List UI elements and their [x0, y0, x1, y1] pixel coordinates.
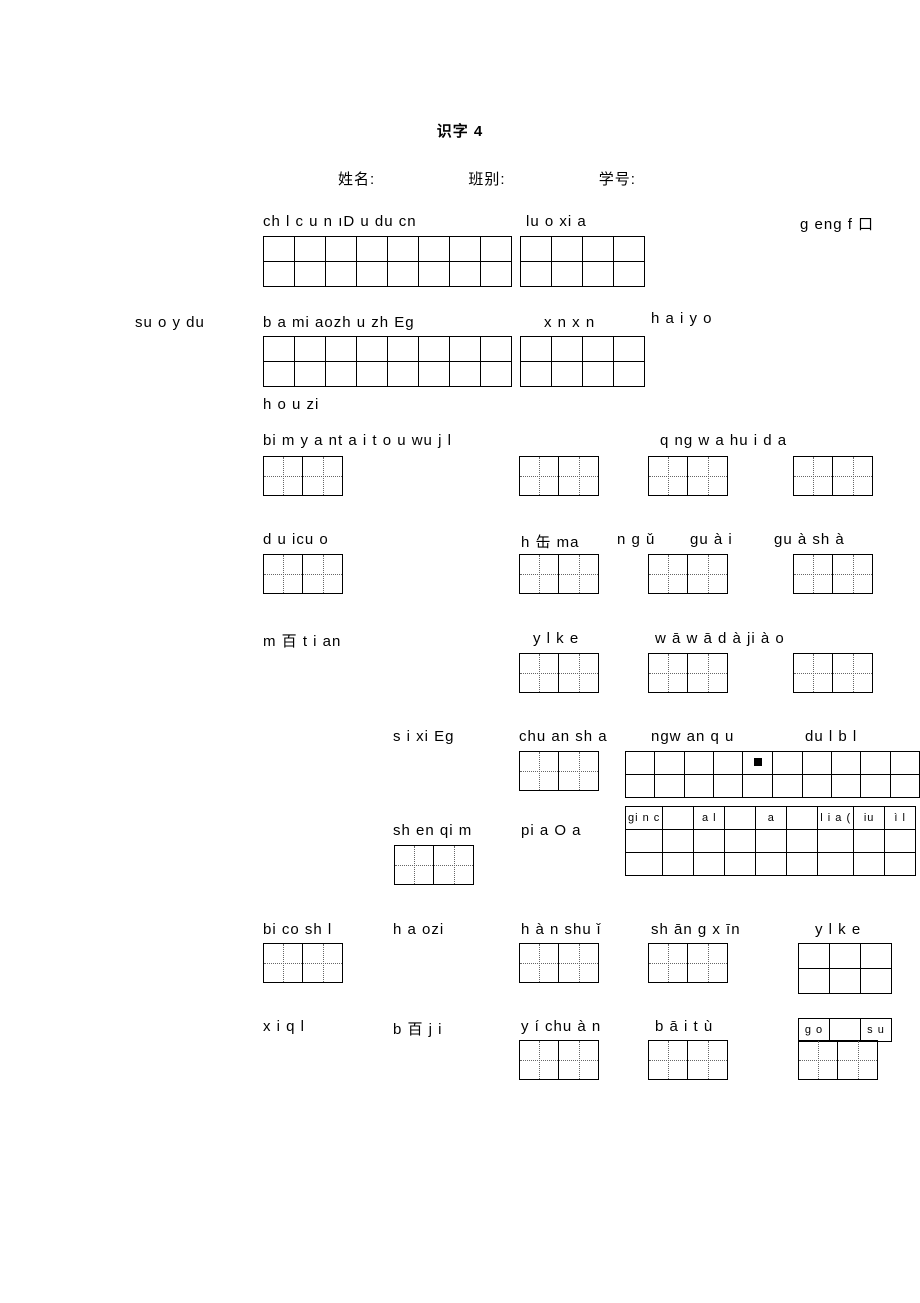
pinyin-r6-b: chu an sh a	[519, 728, 608, 745]
pinyin-r9-c: y í chu à n	[521, 1018, 601, 1035]
pinyin-r8-d: sh ān g x īn	[651, 921, 741, 938]
pinyin-r5-a: m 百 t i an	[263, 630, 341, 651]
pinyin-r6-c: ngw an q u	[651, 728, 734, 745]
cell-r7-4: l i a (	[818, 807, 854, 830]
smallgrid-r6	[625, 751, 920, 798]
pinyin-r8-c: h à n shu ǐ	[521, 921, 601, 938]
tz-r4-b3	[793, 554, 873, 594]
tz-r9-c	[519, 1040, 599, 1080]
pinyin-r4-d: gu à i	[690, 531, 733, 548]
cell-r7-2: a l	[694, 807, 725, 830]
pinyin-r5-c: w ā w ā d à ji à o	[655, 630, 785, 647]
pinyin-r4-c: n g ǔ	[617, 531, 655, 548]
cell-r7-6: ì l	[885, 807, 916, 830]
cell-r7-3: a	[756, 807, 787, 830]
tz-r5-c2	[793, 653, 873, 693]
tz-r8-a	[263, 943, 343, 983]
page-title: 识字 4	[0, 120, 920, 141]
grid-r8-e	[798, 943, 892, 994]
pinyin-r4-b: h 缶 ma	[521, 531, 580, 552]
tz-r3-b	[519, 456, 599, 496]
tz-r3-a	[263, 456, 343, 496]
tz-r7-a	[394, 845, 474, 885]
tz-r3-c	[648, 456, 728, 496]
pinyin-r9-b: b 百 j i	[393, 1018, 443, 1039]
smallgrid-r7: gi n c a l a l i a ( iu ì l	[625, 806, 916, 876]
grid-r1-b	[520, 236, 645, 287]
tz-r8-d	[648, 943, 728, 983]
cell-r9-e1: g o	[799, 1019, 830, 1042]
pinyin-r2-c: h a i y o	[651, 310, 713, 327]
pinyin-r7-b: pi a O a	[521, 822, 582, 839]
tz-r4-b2	[648, 554, 728, 594]
tz-r4-b1	[519, 554, 599, 594]
pinyin-r2-b: x n x n	[544, 314, 595, 331]
grid-r1-a	[263, 236, 512, 287]
cell-r9-e2: s u	[861, 1019, 892, 1042]
pinyin-r4-a: d u icu o	[263, 531, 329, 548]
name-label: 姓名:	[338, 168, 375, 189]
pinyin-r6-a: s i xi Eg	[393, 728, 455, 745]
pinyin-r2-sub: h o u zi	[263, 396, 319, 413]
class-label: 班别:	[468, 168, 505, 189]
pinyin-r3-a: bi m y a nt a i t o u wu j l	[263, 432, 452, 449]
tz-r3-d	[793, 456, 873, 496]
tz-r6-b	[519, 751, 599, 791]
id-label: 学号:	[599, 168, 636, 189]
pinyin-r4-e: gu à sh à	[774, 531, 845, 548]
pinyin-r5-b: y l k e	[533, 630, 579, 647]
grid-r2-a	[263, 336, 512, 387]
pinyin-r6-d: du l b l	[805, 728, 857, 745]
smallgrid-r9-e: g os u	[798, 1018, 892, 1042]
tz-r5-c1	[648, 653, 728, 693]
black-square-icon	[754, 758, 762, 766]
pinyin-r9-a: x i q l	[263, 1018, 305, 1035]
pinyin-r3-b: q ng w a hu i d a	[660, 432, 787, 449]
pinyin-r2-a: b a mi aozh u zh Eg	[263, 314, 415, 331]
pinyin-r1-c: g eng f 口	[800, 213, 874, 234]
pinyin-r8-e: y l k e	[815, 921, 861, 938]
pinyin-r1-a: ch l c u n ıD u du cn	[263, 213, 417, 230]
student-info-line: 姓名: 班别: 学号:	[0, 168, 920, 189]
cell-r7-1: gi n c	[626, 807, 663, 830]
pinyin-r1-b: lu o xi a	[526, 213, 587, 230]
tz-r9-e	[798, 1040, 878, 1080]
pinyin-r7-a: sh en qi m	[393, 822, 472, 839]
pinyin-r9-d: b ā i t ù	[655, 1018, 713, 1035]
tz-r8-c	[519, 943, 599, 983]
pinyin-r2-left: su o y du	[135, 314, 205, 331]
pinyin-r8-b: h a ozi	[393, 921, 444, 938]
tz-r9-d	[648, 1040, 728, 1080]
cell-r7-5: iu	[854, 807, 885, 830]
tz-r5-b	[519, 653, 599, 693]
tz-r4-a	[263, 554, 343, 594]
pinyin-r8-a: bi co sh l	[263, 921, 332, 938]
grid-r2-b	[520, 336, 645, 387]
